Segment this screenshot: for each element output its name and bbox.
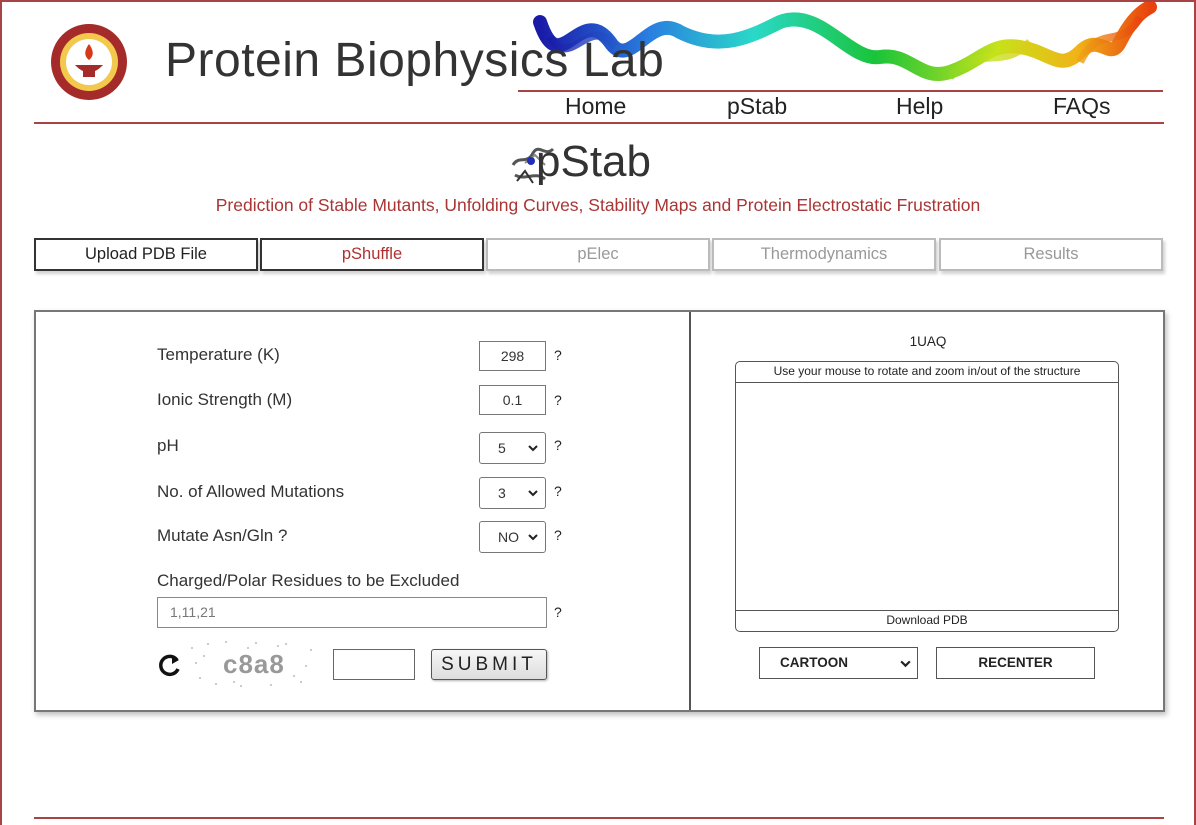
allowed-mutations-help[interactable]: ? xyxy=(554,483,562,499)
workflow-tabs: Upload PDB File pShuffle pElec Thermodyn… xyxy=(34,238,1164,272)
tab-pshuffle[interactable]: pShuffle xyxy=(260,238,484,271)
allowed-mutations-select[interactable]: 3 xyxy=(479,477,546,509)
main-nav: Home pStab Help FAQs xyxy=(518,92,1163,122)
nav-faqs-link[interactable]: FAQs xyxy=(1053,93,1111,120)
render-style-select[interactable]: CARTOON xyxy=(759,647,918,679)
nav-help-link[interactable]: Help xyxy=(896,93,943,120)
pdb-id-label: 1UAQ xyxy=(909,334,947,349)
panel-divider xyxy=(689,312,691,710)
ph-help[interactable]: ? xyxy=(554,437,562,453)
mutate-asn-gln-value: NO xyxy=(498,529,519,545)
ionic-strength-help[interactable]: ? xyxy=(554,392,562,408)
excluded-residues-label: Charged/Polar Residues to be Excluded xyxy=(157,571,460,590)
excluded-residues-help[interactable]: ? xyxy=(554,604,562,620)
render-style-value: CARTOON xyxy=(780,655,849,670)
recenter-button[interactable]: RECENTER xyxy=(936,647,1095,679)
pshuffle-panel: Temperature (K) ? Ionic Strength (M) ? p… xyxy=(34,310,1165,712)
header-rule xyxy=(34,122,1164,124)
mutate-asn-gln-select[interactable]: NO xyxy=(479,521,546,553)
submit-button[interactable]: SUBMIT xyxy=(431,649,547,680)
chevron-down-icon xyxy=(528,490,538,497)
site-title: Protein Biophysics Lab xyxy=(165,34,665,87)
captcha-text: c8a8 xyxy=(223,649,285,679)
temperature-label: Temperature (K) xyxy=(157,345,280,364)
viewer-instructions: Use your mouse to rotate and zoom in/out… xyxy=(736,362,1118,383)
allowed-mutations-label: No. of Allowed Mutations xyxy=(157,482,345,501)
structure-viewer[interactable]: Use your mouse to rotate and zoom in/out… xyxy=(735,361,1119,632)
chevron-down-icon xyxy=(900,660,911,668)
iit-madras-logo xyxy=(51,24,127,100)
temperature-input[interactable] xyxy=(479,341,546,371)
download-pdb-link[interactable]: Download PDB xyxy=(736,610,1118,631)
ph-label: pH xyxy=(157,436,179,455)
captcha-input[interactable] xyxy=(333,649,415,680)
allowed-mutations-value: 3 xyxy=(498,485,506,501)
nav-pstab-link[interactable]: pStab xyxy=(727,93,787,120)
refresh-captcha-icon[interactable] xyxy=(157,652,183,678)
ionic-strength-input[interactable] xyxy=(479,385,546,415)
chevron-down-icon xyxy=(528,534,538,541)
tab-pelec[interactable]: pElec xyxy=(486,238,710,271)
mutate-asn-gln-help[interactable]: ? xyxy=(554,527,562,543)
app-title: pStab xyxy=(536,137,651,186)
footer-rule xyxy=(34,817,1164,819)
nav-home-link[interactable]: Home xyxy=(565,93,626,120)
tab-upload-pdb[interactable]: Upload PDB File xyxy=(34,238,258,271)
tab-thermodynamics[interactable]: Thermodynamics xyxy=(712,238,936,271)
ph-select-value: 5 xyxy=(498,440,506,456)
ph-select[interactable]: 5 xyxy=(479,432,546,464)
app-subtitle: Prediction of Stable Mutants, Unfolding … xyxy=(215,195,981,215)
ionic-strength-label: Ionic Strength (M) xyxy=(157,390,293,409)
chevron-down-icon xyxy=(528,445,538,452)
tab-results[interactable]: Results xyxy=(939,238,1163,271)
mutate-asn-gln-label: Mutate Asn/Gln ? xyxy=(157,526,288,545)
temperature-help[interactable]: ? xyxy=(554,347,562,363)
excluded-residues-input[interactable]: 1,11,21 xyxy=(157,597,547,628)
